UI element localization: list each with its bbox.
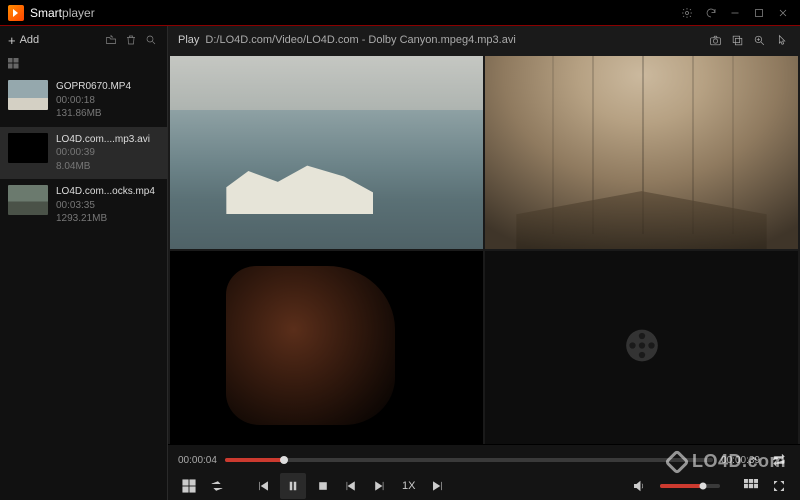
settings-icon[interactable] (678, 4, 696, 22)
play-label: Play (178, 34, 199, 46)
app-logo-icon (8, 5, 24, 21)
app-title: Smartplayer (30, 6, 95, 20)
search-icon[interactable] (143, 32, 159, 48)
playlist-item-size: 8.04MB (56, 160, 150, 174)
prev-button[interactable] (252, 475, 274, 497)
transport-bar: 00:00:04 00:00:39 1X (168, 444, 800, 500)
playlist-item-size: 131.86MB (56, 107, 131, 121)
video-cell-2[interactable] (485, 56, 798, 249)
frame-back-button[interactable] (340, 475, 362, 497)
playlist-thumb (8, 185, 48, 215)
playlist-item[interactable]: LO4D.com....mp3.avi 00:00:39 8.04MB (0, 127, 167, 180)
pause-button[interactable] (280, 473, 306, 499)
layout-icon[interactable] (178, 475, 200, 497)
video-cell-1[interactable] (170, 56, 483, 249)
trash-icon[interactable] (123, 32, 139, 48)
playlist-thumb (8, 80, 48, 110)
plus-icon: + (8, 33, 16, 48)
close-button[interactable] (774, 4, 792, 22)
seek-slider[interactable] (225, 458, 713, 462)
film-reel-icon (623, 326, 661, 369)
refresh-icon[interactable] (702, 4, 720, 22)
playlist-item-duration: 00:00:18 (56, 94, 131, 108)
fullscreen-icon[interactable] (768, 475, 790, 497)
time-current: 00:00:04 (178, 455, 217, 466)
sync-icon[interactable] (206, 475, 228, 497)
copy-icon[interactable] (728, 31, 746, 49)
camera-icon[interactable] (706, 31, 724, 49)
stop-button[interactable] (312, 475, 334, 497)
file-path: D:/LO4D.com/Video/LO4D.com - Dolby Canyo… (205, 34, 515, 46)
import-folder-icon[interactable] (103, 32, 119, 48)
frame-fwd-button[interactable] (368, 475, 390, 497)
speed-indicator[interactable]: 1X (396, 480, 421, 492)
playlist-thumb (8, 133, 48, 163)
volume-icon[interactable] (628, 475, 650, 497)
time-total: 00:00:39 (721, 455, 760, 466)
minimize-button[interactable] (726, 4, 744, 22)
view-grid-icon[interactable] (0, 54, 167, 74)
playlist-item-name: LO4D.com...ocks.mp4 (56, 185, 155, 199)
repeat-icon[interactable] (768, 449, 790, 471)
next-button[interactable] (427, 475, 449, 497)
playlist-item[interactable]: LO4D.com...ocks.mp4 00:03:35 1293.21MB (0, 179, 167, 232)
app-title-bold: Smart (30, 6, 62, 20)
pointer-icon[interactable] (772, 31, 790, 49)
multiview-icon[interactable] (740, 475, 762, 497)
playlist-item-duration: 00:00:39 (56, 146, 150, 160)
playlist-item[interactable]: GOPR0670.MP4 00:00:18 131.86MB (0, 74, 167, 127)
playlist-item-name: LO4D.com....mp3.avi (56, 133, 150, 147)
zoom-icon[interactable] (750, 31, 768, 49)
app-title-thin: player (62, 6, 95, 20)
maximize-button[interactable] (750, 4, 768, 22)
video-cell-3[interactable] (170, 251, 483, 444)
playlist-sidebar: + Add GOPR0670.MP4 00:00:18 131.86MB LO4… (0, 26, 168, 500)
video-cell-4[interactable] (485, 251, 798, 444)
playlist-item-size: 1293.21MB (56, 212, 155, 226)
playlist-item-name: GOPR0670.MP4 (56, 80, 131, 94)
volume-slider[interactable] (660, 484, 720, 488)
playlist-item-duration: 00:03:35 (56, 199, 155, 213)
video-grid (168, 54, 800, 444)
info-bar: Play D:/LO4D.com/Video/LO4D.com - Dolby … (168, 26, 800, 54)
titlebar: Smartplayer (0, 0, 800, 26)
add-button[interactable]: + Add (8, 33, 39, 48)
add-label: Add (20, 34, 40, 46)
